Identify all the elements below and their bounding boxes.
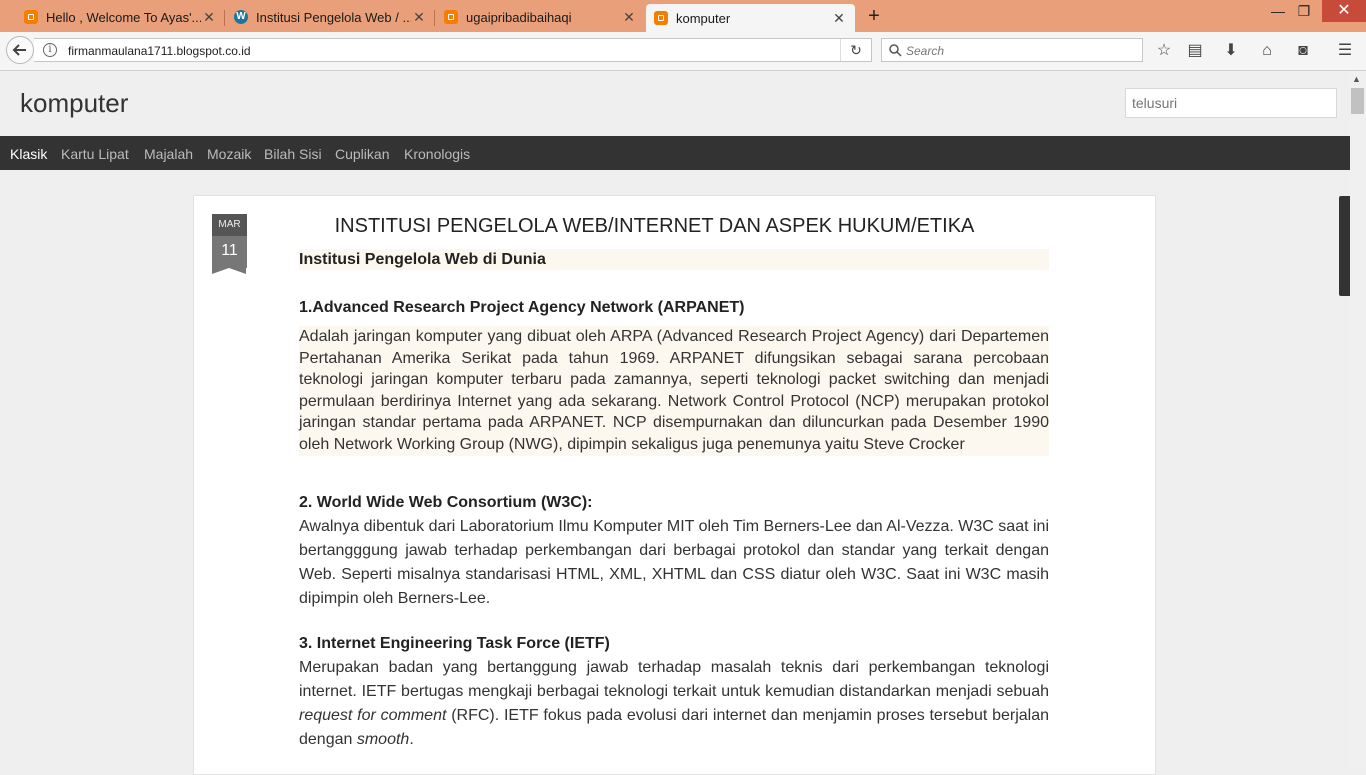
section-heading: 2. World Wide Web Consortium (W3C):: [299, 494, 593, 511]
url-text: firmanmaulana1711.blogspot.co.id: [68, 44, 251, 58]
view-bilah-sisi[interactable]: Bilah Sisi: [264, 146, 322, 162]
tab-title: komputer: [676, 10, 731, 26]
blogger-icon: [24, 10, 38, 24]
tab-1[interactable]: Hello , Welcome To Ayas'... ✕: [16, 4, 225, 30]
download-icon[interactable]: ⬇: [1220, 40, 1242, 62]
window-close-icon[interactable]: ✕: [1322, 0, 1366, 22]
minimize-icon[interactable]: —: [1266, 2, 1290, 22]
scrollbar[interactable]: [1350, 71, 1366, 768]
tab-title: Hello , Welcome To Ayas'...: [46, 9, 201, 25]
blogger-icon: [444, 10, 458, 24]
post-title[interactable]: INSTITUSI PENGELOLA WEB/INTERNET DAN ASP…: [299, 215, 1010, 238]
back-arrow-icon: [12, 44, 26, 56]
new-tab-button[interactable]: +: [864, 5, 884, 27]
date-day: 11: [212, 236, 247, 274]
scrollbar-thumb[interactable]: [1351, 88, 1364, 114]
wordpress-icon: W: [234, 10, 248, 24]
tab-2[interactable]: W Institusi Pengelola Web / ... ✕: [226, 4, 435, 30]
reading-list-icon[interactable]: ▤: [1184, 40, 1206, 62]
home-icon[interactable]: ⌂: [1256, 40, 1278, 62]
section-body: Adalah jaringan komputer yang dibuat ole…: [299, 326, 1049, 456]
view-mozaik[interactable]: Mozaik: [207, 146, 251, 162]
close-icon[interactable]: ✕: [201, 9, 217, 26]
view-kronologis[interactable]: Kronologis: [404, 146, 470, 162]
tab-3[interactable]: ugaipribadibaihaqi ✕: [436, 4, 645, 30]
search-icon: [889, 44, 902, 57]
section-body: Awalnya dibentuk dari Laboratorium Ilmu …: [299, 518, 1049, 607]
close-icon[interactable]: ✕: [411, 9, 427, 26]
pocket-icon[interactable]: ◙: [1292, 40, 1314, 62]
date-badge: MAR 11: [212, 214, 247, 274]
bookmark-star-icon[interactable]: ☆: [1153, 40, 1175, 62]
search-placeholder: Search: [906, 44, 945, 58]
blog-search-input[interactable]: [1125, 88, 1337, 118]
scroll-up-icon[interactable]: ▲: [1352, 74, 1361, 84]
tab-strip: Hello , Welcome To Ayas'... ✕ W Institus…: [0, 0, 1366, 32]
view-cuplikan[interactable]: Cuplikan: [335, 146, 389, 162]
url-bar[interactable]: i firmanmaulana1711.blogspot.co.id ↻: [34, 38, 872, 62]
blogger-icon: [654, 11, 668, 25]
view-majalah[interactable]: Majalah: [144, 146, 193, 162]
info-icon[interactable]: i: [43, 43, 57, 57]
tab-title: ugaipribadibaihaqi: [466, 9, 572, 25]
section-heading: 3. Internet Engineering Task Force (IETF…: [299, 635, 610, 652]
back-button[interactable]: [6, 36, 34, 64]
nav-toolbar: i firmanmaulana1711.blogspot.co.id ↻ Sea…: [0, 32, 1366, 71]
view-klasik[interactable]: Klasik: [10, 146, 47, 162]
section-body: Merupakan badan yang bertanggung jawab t…: [299, 659, 1050, 748]
menu-icon[interactable]: ☰: [1334, 40, 1356, 62]
close-icon[interactable]: ✕: [621, 9, 637, 26]
view-switcher-bar: Klasik Kartu Lipat Majalah Mozaik Bilah …: [0, 136, 1350, 170]
view-kartu-lipat[interactable]: Kartu Lipat: [61, 146, 129, 162]
tab-title: Institusi Pengelola Web / ...: [256, 9, 411, 25]
section-heading: 1.Advanced Research Project Agency Netwo…: [299, 299, 745, 316]
reload-icon[interactable]: ↻: [840, 39, 871, 61]
sidebar-toggle[interactable]: [1339, 196, 1350, 296]
close-icon[interactable]: ✕: [831, 10, 847, 27]
restore-icon[interactable]: ❐: [1292, 2, 1316, 22]
date-month: MAR: [212, 214, 247, 236]
post-subtitle: Institusi Pengelola Web di Dunia: [299, 249, 1049, 270]
search-bar[interactable]: Search: [881, 38, 1143, 62]
blog-title[interactable]: komputer: [20, 88, 128, 119]
tab-4-active[interactable]: komputer ✕: [646, 4, 855, 32]
